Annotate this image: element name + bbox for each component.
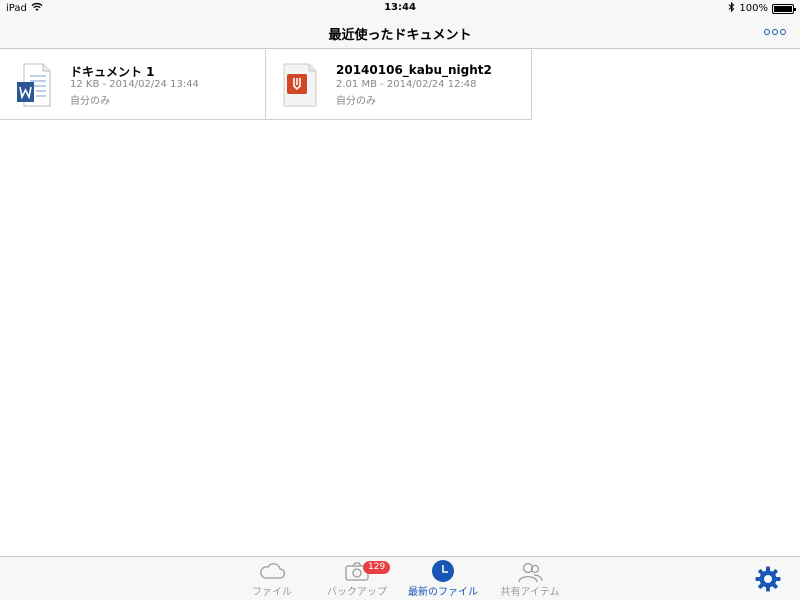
- tab-recent-files[interactable]: 最新のファイル: [403, 559, 483, 598]
- tab-files[interactable]: ファイル: [232, 561, 312, 598]
- recent-files-grid: ドキュメント 1 12 KB - 2014/02/24 13:44 自分のみ 2…: [0, 50, 532, 120]
- status-time: 13:44: [384, 2, 416, 13]
- more-options-button[interactable]: [764, 26, 786, 38]
- navigation-bar: 最近使ったドキュメント: [0, 16, 800, 49]
- backup-count-badge: 129: [363, 561, 391, 574]
- file-name: 20140106_kabu_night2: [336, 63, 492, 77]
- tab-label: 共有アイテム: [500, 587, 560, 598]
- clock-icon: [403, 559, 483, 583]
- settings-button[interactable]: [754, 565, 782, 593]
- battery-icon: [772, 3, 796, 14]
- file-meta: 2.01 MB - 2014/02/24 12:48: [336, 79, 477, 90]
- gear-icon: [754, 566, 782, 597]
- tab-label: 最新のファイル: [408, 587, 478, 598]
- page-title: 最近使ったドキュメント: [328, 28, 472, 43]
- pdf-document-icon: [282, 62, 318, 108]
- battery-percent: 100%: [739, 3, 768, 14]
- tab-label: ファイル: [252, 587, 292, 598]
- tab-bar: ファイル 129 バックアップ 最新のファイル 共有アイテム: [0, 556, 800, 600]
- tab-label: バックアップ: [327, 587, 387, 598]
- more-dot-icon: [772, 29, 778, 35]
- file-meta: 12 KB - 2014/02/24 13:44: [70, 79, 199, 90]
- file-sharing-status: 自分のみ: [336, 96, 376, 107]
- bluetooth-icon: [728, 1, 735, 15]
- file-sharing-status: 自分のみ: [70, 96, 110, 107]
- status-bar: iPad 13:44 100%: [0, 0, 800, 16]
- word-document-icon: [16, 62, 52, 108]
- more-dot-icon: [764, 29, 770, 35]
- people-icon: [490, 561, 570, 583]
- more-dot-icon: [780, 29, 786, 35]
- tab-backup[interactable]: 129 バックアップ: [317, 561, 397, 598]
- status-right: 100%: [728, 1, 796, 15]
- cloud-icon: [232, 561, 312, 581]
- file-tile[interactable]: ドキュメント 1 12 KB - 2014/02/24 13:44 自分のみ: [0, 50, 266, 120]
- tab-shared-items[interactable]: 共有アイテム: [490, 561, 570, 598]
- file-name: ドキュメント 1: [70, 65, 155, 79]
- file-tile[interactable]: 20140106_kabu_night2 2.01 MB - 2014/02/2…: [266, 50, 532, 120]
